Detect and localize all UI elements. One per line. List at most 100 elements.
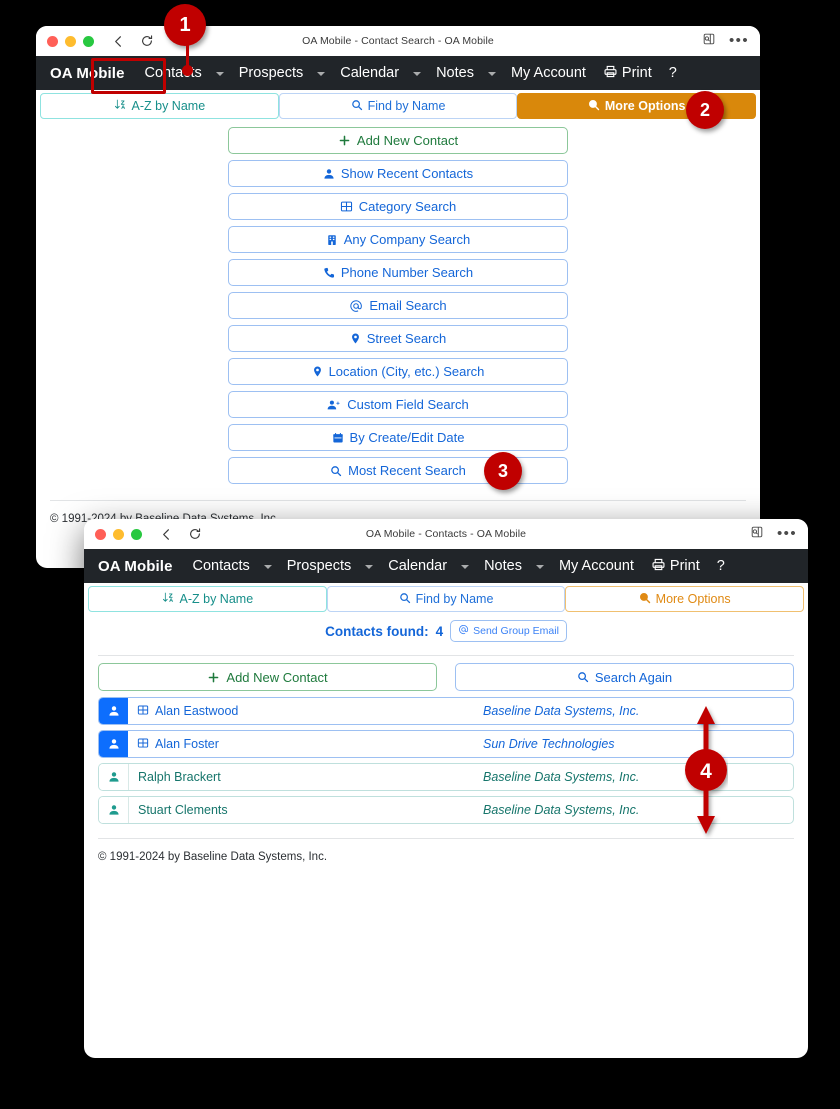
add-new-contact-button[interactable]: Add New Contact [98,663,437,691]
plus-icon [338,134,351,147]
button-label: Email Search [369,298,447,313]
at-icon [349,299,363,313]
browser-nav-controls [111,34,154,49]
tab-az-label: A-Z by Name [131,99,206,113]
menu-item-calendar[interactable]: Calendar [384,558,451,574]
chevron-down-icon-calendar[interactable] [413,72,422,76]
tab-az-by-name[interactable]: A-Z by Name [88,586,327,612]
search-icon [577,671,589,683]
menu-item-notes[interactable]: Notes [480,558,526,574]
maximize-window-button[interactable] [131,528,142,540]
results-action-row: Add New Contact Search Again [98,656,794,691]
button-label: Category Search [358,199,457,214]
callout-2: 2 [686,91,724,129]
callout-3-label: 3 [497,460,508,481]
button-label: Add New Contact [356,133,459,148]
sort-az-icon [162,591,175,607]
callout-1-label: 1 [164,4,206,46]
any-company-search-button[interactable]: Any Company Search [228,226,568,253]
reader-view-icon[interactable] [702,32,716,51]
person-plus-icon [327,399,341,411]
titlebar-actions: ••• [702,32,749,51]
custom-field-search-button[interactable]: Custom Field Search [228,391,568,418]
close-window-button[interactable] [95,528,106,540]
button-label: Search Again [594,669,673,685]
button-label: Custom Field Search [347,397,469,412]
chevron-down-icon-prospects[interactable] [365,565,374,569]
app-brand[interactable]: OA Mobile [98,558,173,575]
sort-az-icon [114,98,127,114]
add-new-contact-button[interactable]: Add New Contact [228,127,568,154]
menu-item-notes[interactable]: Notes [432,65,478,81]
chevron-down-icon-contacts[interactable] [215,72,224,76]
tab-more-options[interactable]: More Options [565,586,805,612]
titlebar: OA Mobile - Contact Search - OA Mobile •… [36,26,760,56]
at-icon [458,624,469,638]
menu-item-help[interactable]: ? [713,558,729,574]
location-search-button[interactable]: Location (City, etc.) Search [228,358,568,385]
send-group-email-button[interactable]: Send Group Email [450,620,567,642]
back-arrow-icon[interactable] [111,34,126,49]
minimize-window-button[interactable] [65,35,76,47]
callout-1-nub [181,65,193,76]
chevron-down-icon-notes[interactable] [535,565,544,569]
tab-find-label: Find by Name [415,592,494,606]
show-recent-contacts-button[interactable]: Show Recent Contacts [228,160,568,187]
contact-name[interactable]: Stuart Clements [138,803,228,817]
menu-item-prospects[interactable]: Prospects [235,65,307,81]
menu-item-prospects[interactable]: Prospects [283,558,355,574]
menu-item-my-account[interactable]: My Account [555,558,638,574]
menu-item-print[interactable]: Print [603,64,652,83]
reload-icon[interactable] [140,34,154,48]
chevron-down-icon-contacts[interactable] [263,565,272,569]
button-label: Street Search [366,331,447,346]
contact-name[interactable]: Alan Eastwood [155,704,238,718]
minimize-window-button[interactable] [113,528,124,540]
person-icon [323,168,335,180]
street-search-button[interactable]: Street Search [228,325,568,352]
tab-find-by-name[interactable]: Find by Name [326,586,566,612]
chevron-down-icon-calendar[interactable] [461,565,470,569]
printer-icon [651,557,666,576]
chevron-down-icon-prospects[interactable] [317,72,326,76]
category-search-button[interactable]: Category Search [228,193,568,220]
phone-icon [323,267,335,279]
menu-item-print-label: Print [669,558,700,574]
menu-item-print[interactable]: Print [651,557,700,576]
email-search-button[interactable]: Email Search [228,292,568,319]
button-label: Location (City, etc.) Search [328,364,485,379]
maximize-window-button[interactable] [83,35,94,47]
chevron-down-icon-notes[interactable] [487,72,496,76]
reader-view-icon[interactable] [750,525,764,544]
by-create-edit-date-button[interactable]: By Create/Edit Date [228,424,568,451]
back-arrow-icon[interactable] [159,527,174,542]
app-brand[interactable]: OA Mobile [50,65,125,82]
contact-name[interactable]: Alan Foster [155,737,219,751]
more-menu-icon[interactable]: ••• [777,526,797,541]
search-icon [351,99,363,114]
reload-icon[interactable] [188,527,202,541]
menu-item-my-account[interactable]: My Account [507,65,590,81]
button-label: Most Recent Search [348,463,466,478]
search-again-button[interactable]: Search Again [455,663,794,691]
building-icon [326,234,338,246]
callout-3: 3 [484,452,522,490]
printer-icon [603,64,618,83]
more-menu-icon[interactable]: ••• [729,33,749,48]
plus-icon [207,671,220,684]
app-menu-bar: OA Mobile Contacts Prospects Calendar No… [84,549,808,583]
grid-icon[interactable] [137,737,149,752]
titlebar-actions: ••• [750,525,797,544]
menu-item-contacts[interactable]: Contacts [189,558,254,574]
menu-item-help[interactable]: ? [665,65,681,81]
menu-item-calendar[interactable]: Calendar [336,65,403,81]
tab-find-by-name[interactable]: Find by Name [278,93,518,119]
button-label: Any Company Search [343,232,471,247]
search-plus-icon [639,592,651,607]
grid-icon[interactable] [137,704,149,719]
callout-1: 1 [164,4,210,76]
contact-name[interactable]: Ralph Brackert [138,770,221,784]
phone-number-search-button[interactable]: Phone Number Search [228,259,568,286]
close-window-button[interactable] [47,35,58,47]
tab-az-by-name[interactable]: A-Z by Name [40,93,279,119]
